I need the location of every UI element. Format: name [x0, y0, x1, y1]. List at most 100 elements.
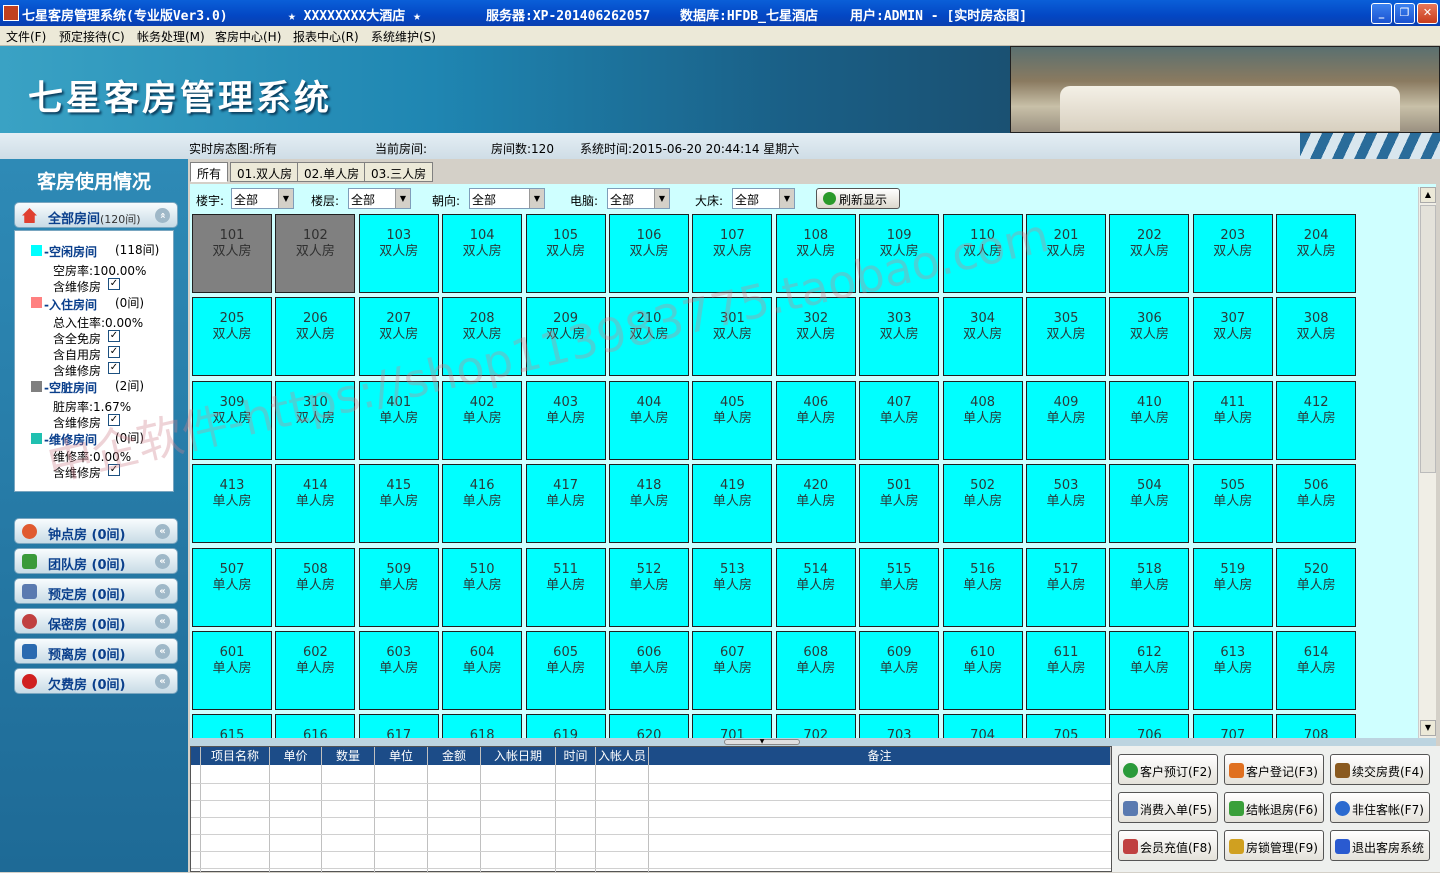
room-tile-517[interactable]: 517 单人房	[1026, 547, 1106, 627]
repair-label[interactable]: -维修房间	[44, 431, 97, 448]
room-tile-703[interactable]: 703	[859, 714, 940, 738]
room-tile-603[interactable]: 603 单人房	[358, 631, 439, 710]
minimize-button[interactable]: _	[1371, 3, 1392, 24]
menu-system[interactable]: 系统维护(S)	[371, 28, 436, 45]
scroll-up-icon[interactable]: ▲	[1420, 187, 1436, 203]
room-tile-507[interactable]: 507 单人房	[192, 547, 272, 627]
room-tile-301[interactable]: 301 双人房	[692, 297, 773, 377]
room-tile-617[interactable]: 617	[358, 714, 439, 738]
member-topup-button[interactable]: 会员充值(F8)	[1118, 830, 1218, 861]
room-tile-605[interactable]: 605 单人房	[525, 631, 606, 710]
room-tile-508[interactable]: 508 单人房	[275, 547, 356, 627]
menu-room-center[interactable]: 客房中心(H)	[215, 28, 281, 45]
room-tile-519[interactable]: 519 单人房	[1192, 547, 1273, 627]
room-tile-310[interactable]: 310 双人房	[275, 380, 356, 460]
room-tile-608[interactable]: 608 单人房	[775, 631, 856, 710]
group-reserved-rooms[interactable]: 预定房 (0间) «	[14, 578, 178, 604]
room-tile-613[interactable]: 613 单人房	[1192, 631, 1273, 710]
group-arrears-rooms[interactable]: 欠费房 (0间) «	[14, 668, 178, 694]
room-tile-503[interactable]: 503 单人房	[1026, 464, 1106, 544]
tab-triple[interactable]: 03.三人房	[364, 162, 434, 182]
room-tile-307[interactable]: 307 双人房	[1192, 297, 1273, 377]
facing-select[interactable]: 全部 ▼	[469, 188, 545, 209]
tab-double[interactable]: 01.双人房	[230, 162, 300, 182]
col-remarks[interactable]: 备注	[649, 747, 1111, 765]
tab-all[interactable]: 所有	[190, 162, 229, 182]
bigbed-select[interactable]: 全部 ▼	[732, 188, 795, 209]
room-tile-306[interactable]: 306 双人房	[1109, 297, 1190, 377]
room-tile-618[interactable]: 618	[442, 714, 523, 738]
scroll-down-icon[interactable]: ▼	[1420, 720, 1436, 736]
room-tile-102[interactable]: 102 双人房	[275, 214, 356, 293]
close-button[interactable]: ✕	[1417, 3, 1438, 24]
room-tile-109[interactable]: 109 双人房	[859, 214, 940, 293]
checkout-button[interactable]: 结帐退房(F6)	[1224, 792, 1324, 823]
room-tile-602[interactable]: 602 单人房	[275, 631, 356, 710]
room-tile-308[interactable]: 308 双人房	[1276, 297, 1357, 377]
repair-include-repair-checkbox[interactable]: ✓	[108, 464, 120, 476]
lock-manage-button[interactable]: 房锁管理(F9)	[1224, 830, 1324, 861]
room-tile-514[interactable]: 514 单人房	[775, 547, 856, 627]
room-tile-302[interactable]: 302 双人房	[775, 297, 856, 377]
room-tile-502[interactable]: 502 单人房	[942, 464, 1023, 544]
room-tile-101[interactable]: 101 双人房	[192, 214, 272, 293]
room-tile-610[interactable]: 610 单人房	[942, 631, 1023, 710]
room-tile-208[interactable]: 208 双人房	[442, 297, 523, 377]
room-tile-504[interactable]: 504 单人房	[1109, 464, 1190, 544]
room-tile-619[interactable]: 619	[525, 714, 606, 738]
menu-file[interactable]: 文件(F)	[6, 28, 46, 45]
room-tile-402[interactable]: 402 单人房	[442, 380, 523, 460]
room-tile-416[interactable]: 416 单人房	[442, 464, 523, 544]
building-select[interactable]: 全部 ▼	[231, 188, 294, 209]
reserve-button[interactable]: 客户预订(F2)	[1118, 754, 1218, 785]
room-tile-202[interactable]: 202 双人房	[1109, 214, 1190, 293]
room-tile-105[interactable]: 105 双人房	[525, 214, 606, 293]
tab-single[interactable]: 02.单人房	[297, 162, 367, 182]
room-tile-106[interactable]: 106 双人房	[609, 214, 689, 293]
room-tile-409[interactable]: 409 单人房	[1026, 380, 1106, 460]
room-tile-708[interactable]: 708	[1276, 714, 1357, 738]
exit-button[interactable]: 退出客房系统	[1330, 830, 1430, 861]
room-tile-110[interactable]: 110 双人房	[942, 214, 1023, 293]
menu-reports[interactable]: 报表中心(R)	[293, 28, 359, 45]
room-tile-201[interactable]: 201 双人房	[1026, 214, 1106, 293]
room-tile-304[interactable]: 304 双人房	[942, 297, 1023, 377]
room-tile-612[interactable]: 612 单人房	[1109, 631, 1190, 710]
room-tile-518[interactable]: 518 单人房	[1109, 547, 1190, 627]
chevron-icon[interactable]: «	[155, 554, 170, 569]
room-tile-704[interactable]: 704	[942, 714, 1023, 738]
restore-button[interactable]: ❐	[1394, 3, 1415, 24]
room-tile-701[interactable]: 701	[692, 714, 773, 738]
room-tile-607[interactable]: 607 单人房	[692, 631, 773, 710]
room-tile-418[interactable]: 418 单人房	[609, 464, 689, 544]
room-tile-415[interactable]: 415 单人房	[358, 464, 439, 544]
room-tile-204[interactable]: 204 双人房	[1276, 214, 1357, 293]
dirty-include-repair-checkbox[interactable]: ✓	[108, 414, 120, 426]
room-tile-206[interactable]: 206 双人房	[275, 297, 356, 377]
room-tile-207[interactable]: 207 双人房	[358, 297, 439, 377]
room-tile-210[interactable]: 210 双人房	[609, 297, 689, 377]
room-tile-702[interactable]: 702	[775, 714, 856, 738]
room-tile-107[interactable]: 107 双人房	[692, 214, 773, 293]
room-tile-305[interactable]: 305 双人房	[1026, 297, 1106, 377]
room-tile-203[interactable]: 203 双人房	[1192, 214, 1273, 293]
dirty-label[interactable]: -空脏房间	[44, 379, 97, 396]
room-tile-515[interactable]: 515 单人房	[859, 547, 940, 627]
grid-scrollbar[interactable]: ▲ ▼	[1418, 187, 1436, 738]
room-tile-413[interactable]: 413 单人房	[192, 464, 272, 544]
room-tile-419[interactable]: 419 单人房	[692, 464, 773, 544]
room-tile-209[interactable]: 209 双人房	[525, 297, 606, 377]
group-hourly-rooms[interactable]: 钟点房 (0间) «	[14, 518, 178, 544]
extend-button[interactable]: 续交房费(F4)	[1330, 754, 1430, 785]
consume-button[interactable]: 消费入单(F5)	[1118, 792, 1218, 823]
room-tile-614[interactable]: 614 单人房	[1276, 631, 1357, 710]
room-tile-606[interactable]: 606 单人房	[609, 631, 689, 710]
room-tile-414[interactable]: 414 单人房	[275, 464, 356, 544]
room-tile-707[interactable]: 707	[1192, 714, 1273, 738]
room-tile-405[interactable]: 405 单人房	[692, 380, 773, 460]
room-tile-408[interactable]: 408 单人房	[942, 380, 1023, 460]
room-tile-406[interactable]: 406 单人房	[775, 380, 856, 460]
chevron-icon[interactable]: «	[155, 584, 170, 599]
room-tile-401[interactable]: 401 单人房	[358, 380, 439, 460]
room-tile-108[interactable]: 108 双人房	[775, 214, 856, 293]
